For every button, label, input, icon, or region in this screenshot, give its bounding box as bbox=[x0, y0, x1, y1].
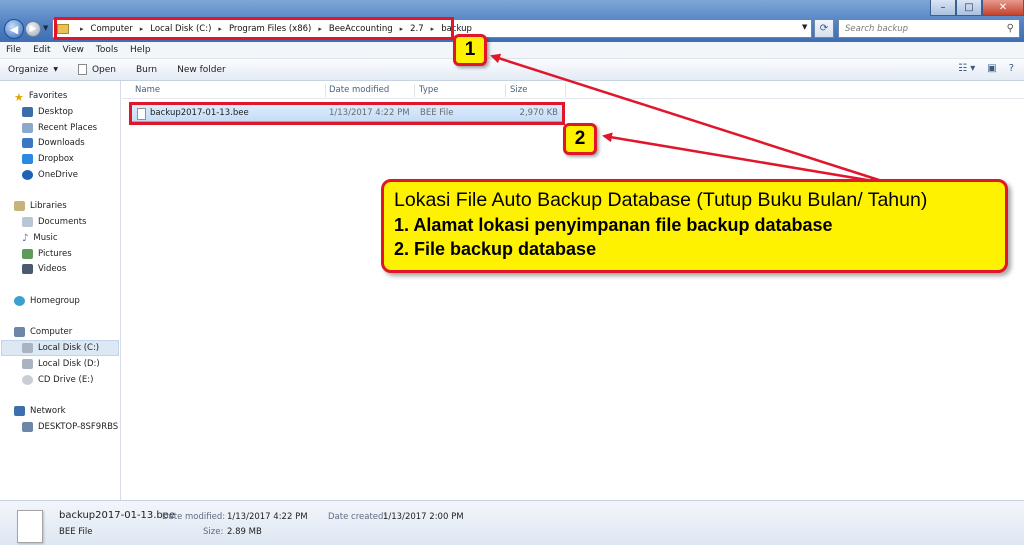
computer-icon bbox=[22, 422, 33, 432]
view-tools: ☷ ▾ ▣ ? bbox=[958, 63, 1014, 74]
nav-local-disk-d[interactable]: Local Disk (D:) bbox=[22, 359, 100, 369]
nav-homegroup[interactable]: Homegroup bbox=[14, 296, 80, 306]
homegroup-icon bbox=[14, 296, 25, 306]
nav-downloads[interactable]: Downloads bbox=[22, 138, 85, 148]
recent-places-icon bbox=[22, 123, 33, 133]
details-pane: backup2017-01-13.bee BEE File Date modif… bbox=[0, 500, 1024, 545]
column-headers: Name Date modified Type Size bbox=[122, 83, 1024, 99]
menu-view[interactable]: View bbox=[63, 45, 84, 55]
downloads-icon bbox=[22, 138, 33, 148]
maximize-button[interactable]: □ bbox=[956, 0, 982, 16]
badge-1: 1 bbox=[453, 34, 487, 66]
back-arrow-icon[interactable]: ◀ bbox=[4, 19, 24, 39]
command-bar: Organize ▼ Open Burn New folder ☷ ▾ ▣ ? bbox=[0, 59, 1024, 81]
preview-pane-icon[interactable]: ▣ bbox=[987, 63, 996, 74]
menu-file[interactable]: File bbox=[6, 45, 21, 55]
documents-icon bbox=[22, 217, 33, 227]
videos-icon bbox=[22, 264, 33, 274]
column-divider[interactable] bbox=[414, 84, 415, 97]
column-divider[interactable] bbox=[325, 84, 326, 97]
nav-local-disk-c[interactable]: Local Disk (C:) bbox=[1, 340, 119, 356]
menu-edit[interactable]: Edit bbox=[33, 45, 50, 55]
nav-onedrive[interactable]: OneDrive bbox=[22, 170, 78, 180]
menu-help[interactable]: Help bbox=[130, 45, 151, 55]
minimize-button[interactable]: – bbox=[930, 0, 956, 16]
computer-icon bbox=[14, 327, 25, 337]
nav-favorites[interactable]: ★ Favorites bbox=[14, 91, 67, 104]
desktop-icon bbox=[22, 107, 33, 117]
details-date-modified-label: Date modified: bbox=[162, 512, 226, 522]
details-size: 2.89 MB bbox=[227, 527, 262, 537]
libraries-icon bbox=[14, 201, 25, 211]
nav-pictures[interactable]: Pictures bbox=[22, 249, 72, 259]
annotation-callout: Lokasi File Auto Backup Database (Tutup … bbox=[381, 179, 1008, 273]
hard-drive-icon bbox=[22, 343, 33, 353]
file-thumbnail-icon bbox=[17, 510, 43, 543]
callout-line-1: 1. Alamat lokasi penyimpanan file backup… bbox=[394, 215, 833, 235]
address-highlight-box bbox=[54, 17, 454, 40]
onedrive-icon bbox=[22, 170, 33, 180]
nav-desktop[interactable]: Desktop bbox=[22, 107, 73, 117]
close-button[interactable]: ✕ bbox=[982, 0, 1024, 16]
badge-2: 2 bbox=[563, 123, 597, 155]
chevron-down-icon: ▼ bbox=[53, 66, 58, 73]
details-date-modified: 1/13/2017 4:22 PM bbox=[227, 512, 308, 522]
music-icon: ♪ bbox=[22, 233, 29, 244]
help-icon[interactable]: ? bbox=[1009, 63, 1014, 74]
nav-cd-drive[interactable]: CD Drive (E:) bbox=[22, 375, 93, 385]
callout-title: Lokasi File Auto Backup Database (Tutup … bbox=[394, 189, 928, 211]
organize-button[interactable]: Organize ▼ bbox=[8, 65, 58, 75]
nav-network[interactable]: Network bbox=[14, 406, 66, 416]
details-file-type: BEE File bbox=[59, 527, 93, 537]
nav-recent-places[interactable]: Recent Places bbox=[22, 123, 97, 133]
pictures-icon bbox=[22, 249, 33, 259]
document-icon bbox=[77, 64, 87, 75]
arrow-to-badge-2 bbox=[602, 132, 874, 183]
forward-arrow-icon[interactable]: ▶ bbox=[25, 21, 41, 37]
column-divider[interactable] bbox=[505, 84, 506, 97]
cd-drive-icon bbox=[22, 375, 33, 385]
details-date-created: 1/13/2017 2:00 PM bbox=[383, 512, 464, 522]
nav-desktop-pc[interactable]: DESKTOP-8SF9RBS bbox=[22, 422, 118, 432]
nav-documents[interactable]: Documents bbox=[22, 217, 86, 227]
column-type[interactable]: Type bbox=[419, 85, 439, 95]
star-icon: ★ bbox=[14, 91, 24, 104]
dropbox-icon bbox=[22, 154, 33, 164]
menu-tools[interactable]: Tools bbox=[96, 45, 118, 55]
nav-dropbox[interactable]: Dropbox bbox=[22, 154, 74, 164]
callout-line-2: 2. File backup database bbox=[394, 239, 597, 259]
details-file-name: backup2017-01-13.bee bbox=[59, 510, 176, 521]
column-name[interactable]: Name bbox=[135, 85, 160, 95]
menu-bar: File Edit View Tools Help bbox=[0, 42, 1024, 59]
nav-music[interactable]: ♪ Music bbox=[22, 233, 58, 244]
refresh-icon[interactable]: ⟳ bbox=[814, 19, 834, 38]
view-options-icon[interactable]: ☷ ▾ bbox=[958, 63, 975, 74]
nav-videos[interactable]: Videos bbox=[22, 264, 66, 274]
nav-computer[interactable]: Computer bbox=[14, 327, 72, 337]
open-button[interactable]: Open bbox=[77, 64, 116, 75]
window-controls: – □ ✕ bbox=[930, 0, 1024, 16]
address-dropdown-icon[interactable]: ▼ bbox=[802, 23, 807, 31]
nav-libraries[interactable]: Libraries bbox=[14, 201, 67, 211]
file-highlight-box bbox=[129, 102, 565, 125]
column-divider[interactable] bbox=[565, 84, 566, 97]
network-icon bbox=[14, 406, 25, 416]
hard-drive-icon bbox=[22, 359, 33, 369]
details-size-label: Size: bbox=[203, 527, 224, 537]
navigation-pane: ★ Favorites Desktop Recent Places Downlo… bbox=[0, 81, 121, 500]
search-input[interactable]: Search backup ⚲ bbox=[838, 19, 1020, 38]
column-date-modified[interactable]: Date modified bbox=[329, 85, 389, 95]
search-icon[interactable]: ⚲ bbox=[1007, 23, 1014, 34]
burn-button[interactable]: Burn bbox=[136, 65, 157, 75]
history-dropdown-icon[interactable]: ▼ bbox=[43, 24, 48, 32]
column-size[interactable]: Size bbox=[510, 85, 527, 95]
new-folder-button[interactable]: New folder bbox=[177, 65, 226, 75]
details-date-created-label: Date created: bbox=[328, 512, 387, 522]
